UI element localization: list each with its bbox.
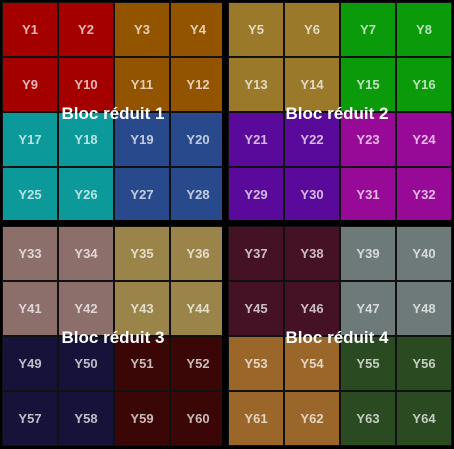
block-label-3: Bloc réduit 3 bbox=[61, 328, 165, 347]
cell-y28: Y28 bbox=[170, 167, 226, 222]
cell-y64: Y64 bbox=[396, 391, 452, 446]
reduced-block-diagram: Y1 Y2 Y3 Y4 Y9 Y10 Y11 Y12 Y17 Y18 Y19 Y20 Y25 Y26 Y27… bbox=[0, 0, 454, 449]
cell-y8: Y8 bbox=[396, 2, 452, 57]
cell-y34: Y34 bbox=[58, 226, 114, 281]
cell-y25: Y25 bbox=[2, 167, 58, 222]
cell-y38: Y38 bbox=[284, 226, 340, 281]
cell-y62: Y62 bbox=[284, 391, 340, 446]
cell-y61: Y61 bbox=[228, 391, 284, 446]
cell-y33: Y33 bbox=[2, 226, 58, 281]
cell-y32: Y32 bbox=[396, 167, 452, 222]
cell-y29: Y29 bbox=[228, 167, 284, 222]
cell-y2: Y2 bbox=[58, 2, 114, 57]
block-label-4: Bloc réduit 4 bbox=[285, 328, 389, 347]
cell-y31: Y31 bbox=[340, 167, 396, 222]
cell-y59: Y59 bbox=[114, 391, 170, 446]
cell-y60: Y60 bbox=[170, 391, 226, 446]
cell-y58: Y58 bbox=[58, 391, 114, 446]
cell-y5: Y5 bbox=[228, 2, 284, 57]
cell-y30: Y30 bbox=[284, 167, 340, 222]
cell-y37: Y37 bbox=[228, 226, 284, 281]
cell-y36: Y36 bbox=[170, 226, 226, 281]
cell-y4: Y4 bbox=[170, 2, 226, 57]
cell-y7: Y7 bbox=[340, 2, 396, 57]
cell-y35: Y35 bbox=[114, 226, 170, 281]
cell-y39: Y39 bbox=[340, 226, 396, 281]
cell-y27: Y27 bbox=[114, 167, 170, 222]
block-label-2: Bloc réduit 2 bbox=[285, 104, 389, 123]
cell-y6: Y6 bbox=[284, 2, 340, 57]
cell-y40: Y40 bbox=[396, 226, 452, 281]
horizontal-block-divider bbox=[0, 220, 454, 225]
cell-y1: Y1 bbox=[2, 2, 58, 57]
cell-y26: Y26 bbox=[58, 167, 114, 222]
cell-y57: Y57 bbox=[2, 391, 58, 446]
cell-y63: Y63 bbox=[340, 391, 396, 446]
cell-y3: Y3 bbox=[114, 2, 170, 57]
block-label-1: Bloc réduit 1 bbox=[61, 104, 165, 123]
